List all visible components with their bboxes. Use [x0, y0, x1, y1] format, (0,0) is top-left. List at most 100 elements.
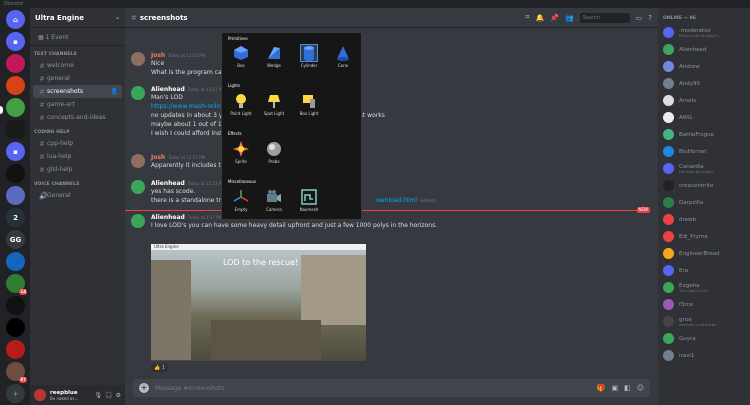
avatar[interactable]	[34, 389, 46, 401]
category-coding-help[interactable]: CODING HELP	[30, 124, 125, 137]
avatar[interactable]	[663, 44, 674, 55]
member-item[interactable]: Andrew	[658, 58, 750, 75]
inbox-icon[interactable]: ▭	[636, 14, 643, 22]
server-icon[interactable]: GG	[6, 230, 25, 249]
server-header[interactable]: Ultra Engine ⌄	[30, 8, 125, 28]
member-item[interactable]: creacentnite	[658, 177, 750, 194]
server-icon[interactable]: 14	[6, 274, 27, 295]
category-text-channels[interactable]: TEXT CHANNELS	[30, 46, 125, 59]
member-item[interactable]: Arvels	[658, 92, 750, 109]
server-icon[interactable]: 2	[6, 208, 25, 227]
member-item[interactable]: f3rce	[658, 296, 750, 313]
palette-cone[interactable]: Cone	[332, 45, 354, 68]
headphones-icon[interactable]: 🎧	[105, 392, 112, 399]
avatar[interactable]	[131, 52, 145, 66]
emoji-icon[interactable]: ☺	[637, 384, 644, 392]
screenshot-attachment[interactable]: Ultra Engine LOD to the rescue!	[151, 244, 366, 361]
avatar[interactable]	[663, 61, 674, 72]
home-button[interactable]: ⌂	[6, 10, 25, 29]
add-attachment-button[interactable]: +	[139, 383, 149, 393]
avatar[interactable]	[663, 78, 674, 89]
member-item[interactable]: BluHornet	[658, 143, 750, 160]
server-icon[interactable]: ▪	[6, 142, 25, 161]
search-input[interactable]: Search	[579, 12, 630, 23]
palette-camera[interactable]: Camera	[263, 189, 285, 212]
channel-glsl-help[interactable]: # glsl-help	[33, 163, 122, 176]
gear-icon[interactable]: ⚙	[116, 392, 121, 399]
avatar[interactable]	[663, 299, 674, 310]
server-icon[interactable]: ▪	[6, 32, 25, 51]
channel-game-art[interactable]: # game-art	[33, 98, 122, 111]
add-member-icon[interactable]: 👤	[111, 88, 118, 95]
palette-box[interactable]: Box	[230, 45, 252, 68]
help-icon[interactable]: ?	[648, 14, 652, 22]
channel-cpp-help[interactable]: # cpp-help	[33, 137, 122, 150]
palette-probe[interactable]: Probe	[263, 141, 285, 164]
avatar[interactable]	[663, 112, 674, 123]
palette-point-light[interactable]: Point Light	[230, 93, 252, 116]
palette-cylinder[interactable]: Cylinder	[298, 44, 320, 68]
avatar[interactable]	[663, 197, 674, 208]
message-composer[interactable]: + Message #screenshots 🎁 ▣ ◧ ☺	[133, 379, 650, 397]
members-icon[interactable]: 👥	[565, 14, 574, 22]
member-item[interactable]: Canardia Let there be guitar!	[658, 160, 750, 177]
member-item[interactable]: Darpzilla	[658, 194, 750, 211]
avatar[interactable]	[663, 231, 674, 242]
server-icon[interactable]	[6, 296, 25, 315]
reaction[interactable]: 👍 1	[151, 364, 169, 372]
member-item[interactable]: Alienhead	[658, 41, 750, 58]
palette-navmesh[interactable]: Navmesh	[298, 189, 320, 212]
server-icon[interactable]	[6, 318, 25, 337]
avatar[interactable]	[663, 180, 674, 191]
server-icon[interactable]	[6, 54, 25, 73]
sticker-icon[interactable]: ◧	[624, 384, 631, 392]
server-icon-ultra-engine[interactable]	[6, 120, 25, 139]
avatar[interactable]	[663, 146, 674, 157]
channel-lua-help[interactable]: # lua-help	[33, 150, 122, 163]
member-item[interactable]: AWG	[658, 109, 750, 126]
member-item[interactable]: Andy90	[658, 75, 750, 92]
server-icon[interactable]	[6, 98, 25, 117]
server-icon[interactable]	[6, 186, 25, 205]
palette-spot-light[interactable]: Spot Light	[263, 93, 285, 116]
member-item[interactable]: EngineerBread	[658, 245, 750, 262]
bell-icon[interactable]: 🔔	[536, 14, 545, 22]
avatar[interactable]	[663, 282, 674, 293]
microphone-icon[interactable]: 🎙	[95, 392, 103, 399]
channel-screenshots[interactable]: # screenshots 👤	[33, 85, 122, 98]
avatar[interactable]	[663, 27, 674, 38]
avatar[interactable]	[131, 214, 145, 228]
member-item[interactable]: Era	[658, 262, 750, 279]
member-item[interactable]: Edi_Pryme	[658, 228, 750, 245]
avatar[interactable]	[131, 86, 145, 100]
palette-wedge[interactable]: Wedge	[263, 45, 285, 68]
pin-icon[interactable]: 📌	[550, 14, 559, 22]
member-item[interactable]: .moderatox Playing Call of Duty®...	[658, 24, 750, 41]
avatar[interactable]	[663, 265, 674, 276]
member-item[interactable]: drewb	[658, 211, 750, 228]
member-item[interactable]: Guyra	[658, 330, 750, 347]
gift-icon[interactable]: 🎁	[597, 384, 606, 392]
palette-sprite[interactable]: Sprite	[230, 141, 252, 164]
channel-concepts-and-ideas[interactable]: # concepts-and-ideas	[33, 111, 122, 124]
threads-icon[interactable]: ⌗	[526, 13, 530, 22]
avatar[interactable]	[131, 154, 145, 168]
avatar[interactable]	[663, 129, 674, 140]
voice-channel-general[interactable]: 🔊 General	[33, 189, 122, 202]
member-item[interactable]: grue overseer in all things	[658, 313, 750, 330]
avatar[interactable]	[663, 248, 674, 259]
category-voice-channels[interactable]: VOICE CHANNELS	[30, 176, 125, 189]
avatar[interactable]	[663, 95, 674, 106]
member-item[interactable]: BattleFrogue	[658, 126, 750, 143]
gif-icon[interactable]: ▣	[611, 384, 618, 392]
avatar[interactable]	[663, 350, 674, 361]
message-link[interactable]: ownload.html	[376, 197, 417, 204]
avatar[interactable]	[663, 316, 674, 327]
channel-general[interactable]: # general	[33, 72, 122, 85]
member-item[interactable]: iravi1	[658, 347, 750, 364]
avatar[interactable]	[663, 333, 674, 344]
avatar[interactable]	[663, 214, 674, 225]
avatar[interactable]	[663, 163, 674, 174]
palette-empty[interactable]: Empty	[230, 189, 252, 212]
server-icon[interactable]	[6, 76, 25, 95]
